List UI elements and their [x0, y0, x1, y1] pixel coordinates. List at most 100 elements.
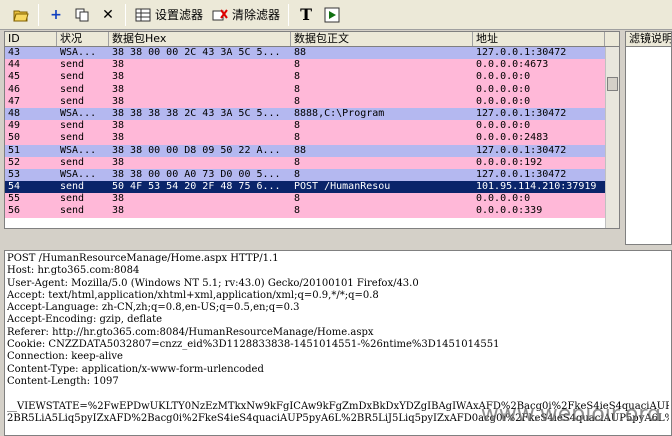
toolbar-separator [38, 3, 39, 26]
filter-panel: 滤镜说明 [625, 31, 672, 245]
cell-hex: 38 38 00 00 A0 73 D0 00 5... [112, 168, 281, 180]
open-button[interactable] [8, 3, 34, 27]
cell-address: 0.0.0.0:0 [476, 83, 531, 95]
cell-text: 8 [294, 132, 301, 144]
cell-text: 8 [294, 59, 301, 71]
cell-address: 0.0.0.0:4673 [476, 59, 549, 71]
cell-hex: 38 38 00 00 D8 09 50 22 A... [112, 144, 281, 156]
cell-hex: 38 [112, 132, 125, 144]
copy-button[interactable] [69, 3, 95, 27]
column-header-status[interactable]: 状况 [57, 32, 109, 46]
scrollbar-thumb[interactable] [607, 77, 618, 91]
table-row[interactable]: 44 send 38 8 0.0.0.0:4673 [5, 59, 619, 72]
cell-text: 8 [294, 193, 301, 205]
toolbar: + ✕ 设置滤器 清除滤器 T [0, 0, 672, 30]
column-header-text[interactable]: 数据包正文 [291, 32, 473, 46]
detail-line: Cookie: CNZZDATA5032807=cnzz_eid%3D11288… [7, 339, 500, 351]
cell-text: 8 [294, 168, 301, 180]
add-button[interactable]: + [43, 3, 69, 27]
filter-panel-header: 滤镜说明 [626, 32, 671, 47]
clear-filter-icon [211, 6, 229, 24]
cell-id: 54 [8, 181, 21, 193]
clear-filter-button[interactable]: 清除滤器 [207, 3, 284, 27]
column-header-address[interactable]: 地址 [473, 32, 605, 46]
cell-address: 127.0.0.1:30472 [476, 144, 567, 156]
detail-line: Content-Length: 1097 [7, 375, 119, 387]
detail-line: Accept-Language: zh-CN,zh;q=0.8,en-US;q=… [7, 302, 300, 314]
cell-text: 8888,C:\Program [294, 107, 385, 119]
table-row[interactable]: 48 WSA... 38 38 38 38 2C 43 3A 5C 5... 8888… [5, 107, 619, 121]
table-row[interactable]: 54 send 50 4F 53 54 20 2F 48 75 6... POST /… [5, 181, 619, 194]
packet-detail[interactable]: POST /HumanResourceManage/Home.aspx HTTP… [4, 250, 672, 436]
cell-id: 48 [8, 107, 21, 119]
cell-address: 0.0.0.0:192 [476, 156, 543, 168]
cell-status: WSA... [60, 168, 97, 180]
cell-status: send [60, 95, 85, 107]
cell-address: 0.0.0.0:0 [476, 120, 531, 132]
cell-address: 0.0.0.0:0 [476, 193, 531, 205]
cell-id: 49 [8, 120, 21, 132]
cell-hex: 38 38 00 00 2C 43 3A 5C 5... [112, 47, 281, 58]
cell-hex: 38 [112, 205, 125, 217]
detail-line: Accept: text/html,application/xhtml+xml,… [7, 289, 379, 301]
toolbar-separator [288, 3, 290, 26]
detail-line: Referer: http://hr.gto365.com:8084/Human… [7, 326, 374, 338]
delete-button[interactable]: ✕ [95, 3, 121, 27]
cell-address: 0.0.0.0:0 [476, 71, 531, 83]
cell-id: 47 [8, 95, 21, 107]
cell-status: WSA... [60, 144, 97, 156]
table-row[interactable]: 46 send 38 8 0.0.0.0:0 [5, 83, 619, 96]
cell-status: send [60, 205, 85, 217]
detail-line: User-Agent: Mozilla/5.0 (Windows NT 5.1;… [7, 277, 419, 289]
table-row[interactable]: 45 send 38 8 0.0.0.0:0 [5, 71, 619, 84]
table-row[interactable]: 47 send 38 8 0.0.0.0:0 [5, 95, 619, 108]
cell-address: 127.0.0.1:30472 [476, 47, 567, 58]
table-row[interactable]: 53 WSA... 38 38 00 00 A0 73 D0 00 5... 8 127… [5, 168, 619, 182]
table-row[interactable]: 55 send 38 8 0.0.0.0:0 [5, 193, 619, 206]
cell-status: send [60, 71, 85, 83]
detail-line: Host: hr.gto365.com:8084 [7, 265, 140, 277]
cell-status: send [60, 156, 85, 168]
cell-hex: 38 [112, 156, 125, 168]
cell-hex: 38 [112, 59, 125, 71]
folder-open-icon [12, 6, 30, 24]
cell-address: 127.0.0.1:30472 [476, 107, 567, 119]
table-row[interactable]: 52 send 38 8 0.0.0.0:192 [5, 156, 619, 169]
table-row[interactable]: 51 WSA... 38 38 00 00 D8 09 50 22 A... 88 12… [5, 144, 619, 157]
set-filter-button[interactable]: 设置滤器 [130, 3, 207, 27]
cell-id: 45 [8, 71, 21, 83]
cell-status: send [60, 83, 85, 95]
cell-text: 8 [294, 83, 301, 95]
detail-lines: POST /HumanResourceManage/Home.aspx HTTP… [7, 253, 669, 425]
play-icon [323, 6, 341, 24]
clear-filter-label: 清除滤器 [232, 8, 281, 22]
watermark: www.weblojr.org [481, 409, 661, 421]
table-body: 43 WSA... 38 38 00 00 2C 43 3A 5C 5... 88 12… [5, 47, 619, 218]
cell-id: 56 [8, 205, 21, 217]
copy-icon [73, 6, 91, 24]
cell-id: 55 [8, 193, 21, 205]
text-t-icon: T [300, 5, 312, 24]
table-header: ID 状况 数据包Hex 数据包正文 地址 [5, 32, 619, 47]
filter-grid-icon [134, 6, 152, 24]
column-header-hex[interactable]: 数据包Hex [109, 32, 291, 46]
table-row[interactable]: 49 send 38 8 0.0.0.0:0 [5, 120, 619, 133]
table-row[interactable]: 50 send 38 8 0.0.0.0:2483 [5, 132, 619, 145]
text-button[interactable]: T [293, 3, 319, 27]
vertical-scrollbar[interactable] [605, 47, 619, 228]
cell-status: send [60, 59, 85, 71]
cell-status: send [60, 193, 85, 205]
play-button[interactable] [319, 3, 345, 27]
plus-icon: + [50, 6, 62, 23]
set-filter-label: 设置滤器 [155, 8, 204, 22]
cell-status: send [60, 181, 85, 193]
table-row[interactable]: 56 send 38 8 0.0.0.0:339 [5, 205, 619, 218]
cell-id: 46 [8, 83, 21, 95]
cell-text: POST /HumanResou [294, 181, 391, 193]
cell-hex: 50 4F 53 54 20 2F 48 75 6... [112, 181, 281, 193]
cell-text: 8 [294, 205, 301, 217]
column-header-id[interactable]: ID [5, 32, 57, 46]
table-row[interactable]: 43 WSA... 38 38 00 00 2C 43 3A 5C 5... 88 12… [5, 47, 619, 60]
packet-table: ID 状况 数据包Hex 数据包正文 地址 43 WSA... 38 38 00 0… [4, 31, 620, 229]
cell-hex: 38 [112, 120, 125, 132]
